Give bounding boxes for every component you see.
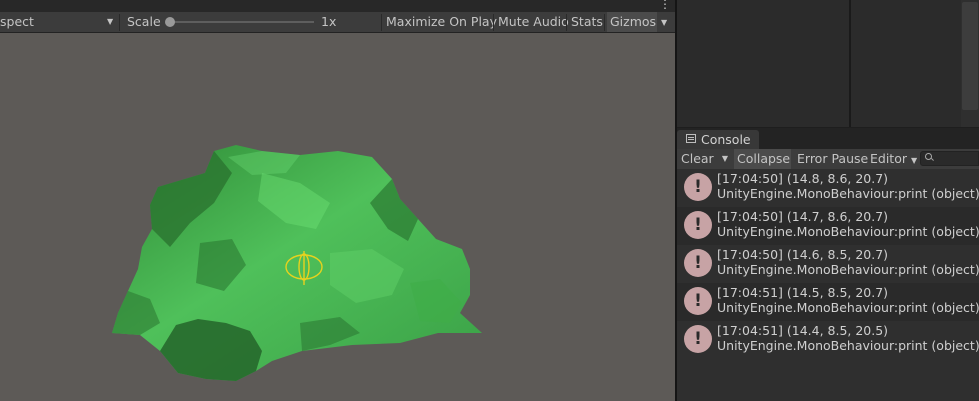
log-message: [17:04:51] (14.4, 8.5, 20.5) xyxy=(717,323,889,338)
toolbar-separator xyxy=(381,14,382,31)
terrain-mesh xyxy=(112,145,482,381)
console-tab-icon xyxy=(686,134,696,143)
gizmos-button[interactable]: Gizmos xyxy=(607,12,657,32)
mute-audio-button[interactable]: Mute Audio xyxy=(498,12,569,32)
game-view-panel: ⋮ spect ▼ Scale 1x Maximize On Play Mute… xyxy=(0,0,675,401)
search-icon xyxy=(925,153,932,160)
log-entry[interactable]: ! [17:04:51] (14.4, 8.5, 20.5) UnityEngi… xyxy=(677,321,979,359)
maximize-on-play-button[interactable]: Maximize On Play xyxy=(386,12,497,32)
log-source: UnityEngine.MonoBehaviour:print (object) xyxy=(717,186,979,201)
console-log-list[interactable]: ! [17:04:50] (14.8, 8.6, 20.7) UnityEngi… xyxy=(677,169,979,401)
aspect-ratio-label: spect xyxy=(0,14,34,29)
toolbar-separator xyxy=(566,14,567,31)
upper-panel-column-divider xyxy=(849,0,851,127)
toolbar-separator xyxy=(493,14,494,31)
game-viewport[interactable] xyxy=(0,33,675,401)
clear-options-dropdown-icon[interactable]: ▼ xyxy=(718,149,732,169)
upper-panel-scrollbar-thumb[interactable] xyxy=(962,2,978,110)
scale-slider-handle[interactable] xyxy=(165,17,175,27)
scale-value: 1x xyxy=(321,14,337,29)
clear-button[interactable]: Clear xyxy=(681,149,714,169)
editor-target-label: Editor xyxy=(870,151,907,166)
error-icon: ! xyxy=(684,287,712,315)
stats-button[interactable]: Stats xyxy=(571,12,603,32)
scale-label: Scale xyxy=(127,14,161,29)
error-icon: ! xyxy=(684,325,712,353)
log-message: [17:04:50] (14.6, 8.5, 20.7) xyxy=(717,247,889,262)
log-source: UnityEngine.MonoBehaviour:print (object) xyxy=(717,338,979,353)
log-source: UnityEngine.MonoBehaviour:print (object) xyxy=(717,300,979,315)
log-entry[interactable]: ! [17:04:51] (14.5, 8.5, 20.7) UnityEngi… xyxy=(677,283,979,321)
gizmos-dropdown[interactable]: ▼ xyxy=(657,12,675,32)
error-icon: ! xyxy=(684,173,712,201)
upper-panel-area xyxy=(677,0,979,127)
error-icon: ! xyxy=(684,211,712,239)
error-pause-button[interactable]: Error Pause xyxy=(797,149,868,169)
editor-target-dropdown[interactable]: Editor ▼ xyxy=(870,149,917,169)
dropdown-arrow-icon: ▼ xyxy=(107,17,114,26)
gizmos-dropdown-arrow-icon: ▼ xyxy=(661,18,668,27)
log-source: UnityEngine.MonoBehaviour:print (object) xyxy=(717,262,979,277)
log-entry[interactable]: ! [17:04:50] (14.8, 8.6, 20.7) UnityEngi… xyxy=(677,169,979,207)
collapse-button[interactable]: Collapse xyxy=(734,149,791,169)
error-icon: ! xyxy=(684,249,712,277)
console-tab-label: Console xyxy=(701,132,751,147)
editor-dropdown-arrow-icon: ▼ xyxy=(910,156,918,165)
toolbar-separator xyxy=(604,14,605,31)
game-view-toolbar: spect ▼ Scale 1x Maximize On Play Mute A… xyxy=(0,12,675,33)
game-view-header-strip: ⋮ xyxy=(0,0,675,12)
log-message: [17:04:51] (14.5, 8.5, 20.7) xyxy=(717,285,889,300)
log-source: UnityEngine.MonoBehaviour:print (object) xyxy=(717,224,979,239)
toolbar-separator xyxy=(119,14,120,31)
aspect-ratio-dropdown[interactable]: spect ▼ xyxy=(0,12,118,32)
log-entry[interactable]: ! [17:04:50] (14.6, 8.5, 20.7) UnityEngi… xyxy=(677,245,979,283)
scale-slider-track[interactable] xyxy=(170,21,314,23)
log-message: [17:04:50] (14.8, 8.6, 20.7) xyxy=(717,171,889,186)
log-entry[interactable]: ! [17:04:50] (14.7, 8.6, 20.7) UnityEngi… xyxy=(677,207,979,245)
log-message: [17:04:50] (14.7, 8.6, 20.7) xyxy=(717,209,889,224)
more-options-icon[interactable]: ⋮ xyxy=(659,0,671,11)
